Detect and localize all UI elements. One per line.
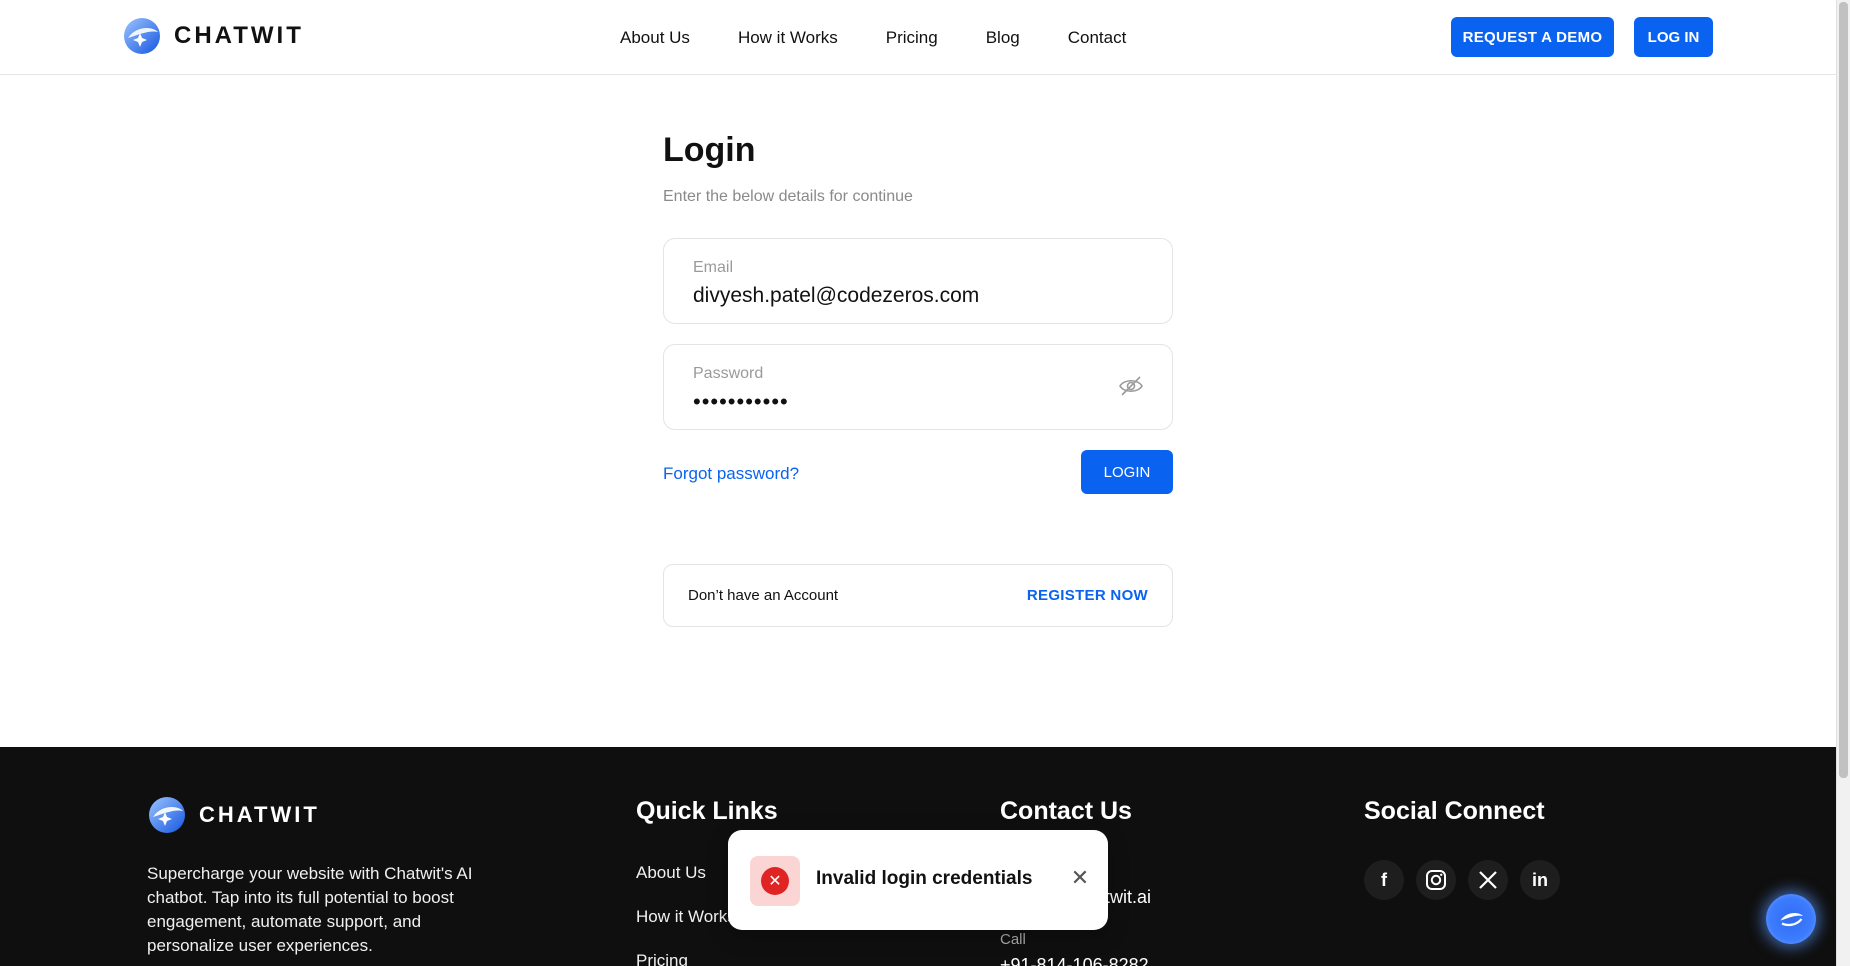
scrollbar-thumb[interactable] xyxy=(1839,2,1848,778)
password-label: Password xyxy=(693,365,764,382)
footer-logo[interactable]: CHATWIT xyxy=(147,795,320,835)
linkedin-icon[interactable]: in xyxy=(1520,860,1560,900)
toast-message: Invalid login credentials xyxy=(816,868,1033,889)
eye-off-icon[interactable] xyxy=(1118,375,1144,397)
password-field[interactable]: Password ••••••••••• xyxy=(663,344,1173,430)
chat-icon xyxy=(1780,913,1803,927)
facebook-icon[interactable]: f xyxy=(1364,860,1404,900)
error-icon: ✕ xyxy=(761,867,789,895)
email-label: Email xyxy=(693,259,734,276)
page-scrollbar[interactable] xyxy=(1836,0,1850,966)
register-now-link[interactable]: REGISTER NOW xyxy=(1027,587,1148,604)
close-icon[interactable]: ✕ xyxy=(1070,867,1090,889)
footer-description: Supercharge your website with Chatwit's … xyxy=(147,864,473,955)
nav-how-it-works[interactable]: How it Works xyxy=(738,28,838,48)
instagram-icon[interactable] xyxy=(1416,860,1456,900)
chat-launcher-button[interactable] xyxy=(1766,894,1816,944)
login-button[interactable]: LOGIN xyxy=(1081,450,1173,494)
x-icon[interactable] xyxy=(1468,860,1508,900)
nav-contact[interactable]: Contact xyxy=(1068,28,1127,48)
quick-links-heading: Quick Links xyxy=(636,797,778,825)
footer-link-about-us[interactable]: About Us xyxy=(636,863,736,907)
nav-pricing[interactable]: Pricing xyxy=(886,28,938,48)
call-label: Call xyxy=(1000,931,1026,948)
quick-links-list: About Us How it Works Pricing xyxy=(636,863,736,966)
request-demo-button[interactable]: REQUEST A DEMO xyxy=(1451,17,1614,57)
nav-about-us[interactable]: About Us xyxy=(620,28,690,48)
footer-link-how-it-works[interactable]: How it Works xyxy=(636,907,736,951)
page-subtitle: Enter the below details for continue xyxy=(663,188,913,205)
error-toast: ✕ Invalid login credentials ✕ xyxy=(728,830,1108,930)
nav-blog[interactable]: Blog xyxy=(986,28,1020,48)
register-card: Don’t have an Account REGISTER NOW xyxy=(663,564,1173,627)
chatwit-logo-icon xyxy=(124,18,160,54)
brand-logo[interactable]: CHATWIT xyxy=(122,16,304,56)
page-title: Login xyxy=(663,131,756,169)
chatwit-logo-icon xyxy=(149,797,185,833)
site-header: CHATWIT About Us How it Works Pricing Bl… xyxy=(0,0,1836,75)
email-field[interactable]: Email divyesh.patel@codezeros.com xyxy=(663,238,1173,324)
call-number[interactable]: +91-814-106-8282 xyxy=(1000,955,1149,966)
main-nav: About Us How it Works Pricing Blog Conta… xyxy=(620,28,1126,48)
email-input[interactable]: divyesh.patel@codezeros.com xyxy=(693,284,979,308)
password-input[interactable]: ••••••••••• xyxy=(693,389,789,415)
error-icon-wrap: ✕ xyxy=(750,856,800,906)
no-account-text: Don’t have an Account xyxy=(688,587,839,604)
footer-link-pricing[interactable]: Pricing xyxy=(636,951,736,966)
contact-heading: Contact Us xyxy=(1000,797,1132,825)
social-heading: Social Connect xyxy=(1364,797,1545,825)
brand-name: CHATWIT xyxy=(174,22,304,49)
social-links: f in xyxy=(1364,860,1560,900)
footer-brand-name: CHATWIT xyxy=(199,802,320,827)
forgot-password-link[interactable]: Forgot password? xyxy=(663,464,799,484)
header-login-button[interactable]: LOG IN xyxy=(1634,17,1713,57)
